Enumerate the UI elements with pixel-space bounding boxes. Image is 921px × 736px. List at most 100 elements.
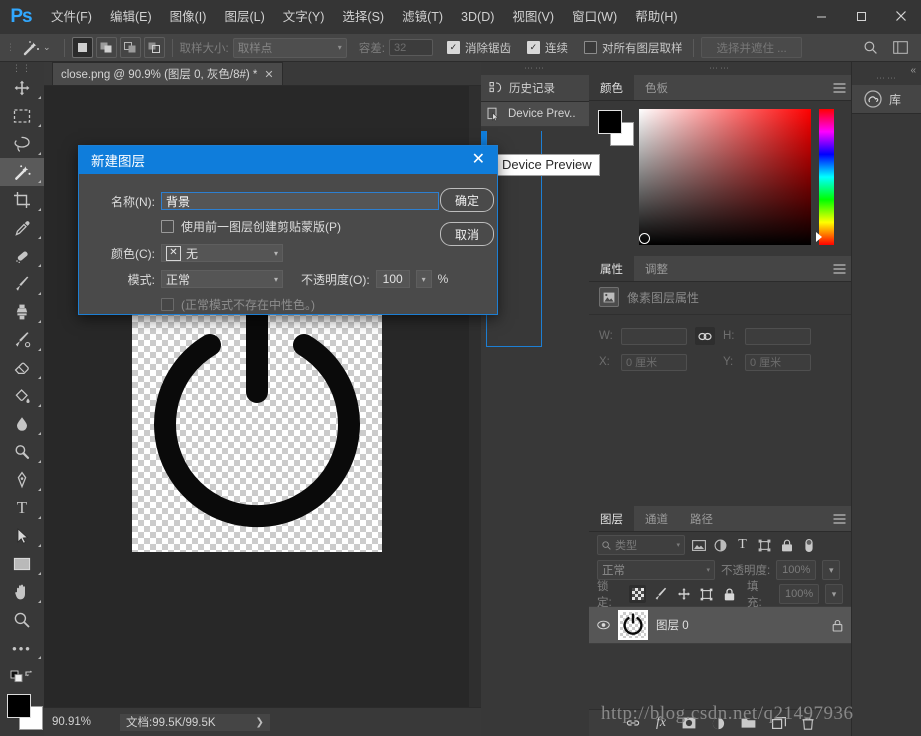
options-grip[interactable]: ⋮ [6, 42, 15, 53]
path-selection-tool[interactable] [0, 522, 44, 550]
add-layer-mask-button[interactable] [682, 717, 696, 729]
lasso-tool[interactable] [0, 130, 44, 158]
zoom-tool[interactable] [0, 606, 44, 634]
x-input[interactable]: 0 厘米 [621, 353, 687, 371]
layers-panel-menu-icon[interactable] [827, 506, 851, 531]
document-size-info[interactable]: 文档:99.5K/99.5K ❯ [120, 713, 270, 731]
tab-color[interactable]: 颜色 [589, 75, 634, 100]
lock-artboard-button[interactable] [698, 585, 715, 603]
magic-wand-tool[interactable] [0, 158, 44, 186]
height-input[interactable] [745, 327, 811, 345]
tab-channels[interactable]: 通道 [634, 506, 679, 531]
lock-image-pixels-button[interactable] [652, 585, 669, 603]
swap-colors-button[interactable] [0, 662, 44, 688]
eyedropper-tool[interactable] [0, 214, 44, 242]
delete-layer-button[interactable] [802, 717, 814, 730]
filter-adjustment-layers-button[interactable] [712, 536, 729, 554]
canvas-image[interactable] [132, 304, 382, 552]
tolerance-input[interactable]: 32 [388, 39, 433, 56]
new-layer-button[interactable] [772, 717, 787, 729]
pen-tool[interactable] [0, 466, 44, 494]
filter-smart-objects-button[interactable] [778, 536, 795, 554]
filter-shape-layers-button[interactable] [756, 536, 773, 554]
foreground-color-swatch[interactable] [7, 694, 31, 718]
edit-toolbar-button[interactable]: ••• [0, 634, 44, 662]
menu-edit[interactable]: 编辑(E) [101, 0, 161, 34]
dialog-mode-select[interactable]: 正常 ▾ [161, 270, 283, 288]
dialog-close-icon[interactable]: ✕ [468, 152, 489, 168]
document-tab-close-icon[interactable]: ✕ [264, 68, 273, 81]
blend-mode-select[interactable]: 正常 ▾ [597, 560, 715, 580]
new-selection-button[interactable] [71, 37, 93, 58]
workspace-button[interactable] [887, 37, 913, 59]
menu-select[interactable]: 选择(S) [333, 0, 393, 34]
tab-properties[interactable]: 属性 [589, 256, 634, 281]
menu-help[interactable]: 帮助(H) [626, 0, 686, 34]
rectangular-marquee-tool[interactable] [0, 102, 44, 130]
dialog-opacity-input[interactable]: 100 [375, 270, 410, 288]
opacity-stepper[interactable]: ▾ [822, 560, 841, 580]
color-panel-foreground-swatch[interactable] [598, 110, 622, 134]
clone-stamp-tool[interactable] [0, 298, 44, 326]
menu-3d[interactable]: 3D(D) [452, 0, 503, 34]
color-field[interactable] [639, 109, 811, 245]
history-item-device-preview[interactable]: Device Prev.. [481, 102, 589, 127]
dialog-name-input[interactable]: 背景 [161, 192, 439, 210]
dialog-opacity-stepper[interactable]: ▾ [415, 270, 432, 288]
status-arrow-icon[interactable]: ❯ [256, 717, 264, 728]
lock-position-button[interactable] [675, 585, 692, 603]
antialias-checkbox[interactable]: ✓ 消除锯齿 [446, 40, 515, 56]
new-group-button[interactable] [741, 717, 756, 729]
layer-thumbnail[interactable] [618, 610, 648, 640]
subtract-from-selection-button[interactable] [119, 37, 141, 58]
dodge-tool[interactable] [0, 438, 44, 466]
menu-type[interactable]: 文字(Y) [274, 0, 334, 34]
hue-slider[interactable] [819, 109, 834, 245]
gradient-tool[interactable] [0, 382, 44, 410]
tab-adjustments[interactable]: 调整 [634, 256, 679, 281]
lock-all-button[interactable] [721, 585, 738, 603]
menu-window[interactable]: 窗口(W) [563, 0, 626, 34]
brush-tool[interactable] [0, 270, 44, 298]
history-panel-grip[interactable]: ⋯⋯ [481, 62, 589, 75]
menu-image[interactable]: 图像(I) [161, 0, 216, 34]
sample-all-layers-checkbox[interactable]: 对所有图层取样 [583, 40, 687, 56]
chevron-down-icon[interactable]: ⌄ [43, 42, 51, 53]
new-adjustment-layer-button[interactable] [712, 717, 725, 730]
opacity-input[interactable]: 100% [776, 560, 817, 580]
hand-tool[interactable] [0, 578, 44, 606]
eraser-tool[interactable] [0, 354, 44, 382]
move-tool[interactable] [0, 74, 44, 102]
link-dimensions-button[interactable] [695, 327, 715, 345]
expand-panels-button[interactable]: « [910, 65, 916, 76]
history-brush-tool[interactable] [0, 326, 44, 354]
properties-panel-menu-icon[interactable] [827, 256, 851, 281]
dialog-color-select[interactable]: ✕ 无 ▾ [161, 244, 283, 262]
quick-mask-button[interactable] [0, 731, 44, 736]
blur-tool[interactable] [0, 410, 44, 438]
minimize-button[interactable] [801, 0, 841, 32]
dialog-clipping-mask-checkbox[interactable] [161, 220, 174, 233]
layer-filter-select[interactable]: 类型 ▾ [597, 535, 685, 555]
tab-swatches[interactable]: 色板 [634, 75, 679, 100]
width-input[interactable] [621, 327, 687, 345]
dialog-cancel-button[interactable]: 取消 [440, 222, 494, 246]
crop-tool[interactable] [0, 186, 44, 214]
tab-paths[interactable]: 路径 [679, 506, 724, 531]
fill-input[interactable]: 100% [779, 584, 820, 604]
color-panel-grip[interactable]: ⋯⋯ [589, 62, 851, 75]
fill-stepper[interactable]: ▾ [825, 584, 844, 604]
contiguous-checkbox[interactable]: ✓ 连续 [526, 40, 572, 56]
sample-size-select[interactable]: 取样点 ▾ [232, 37, 347, 58]
link-layers-button[interactable] [626, 718, 640, 728]
libraries-tab-row[interactable]: 库 [852, 85, 921, 114]
horizontal-type-tool[interactable]: T [0, 494, 44, 522]
menu-view[interactable]: 视图(V) [503, 0, 563, 34]
dialog-clipping-mask-row[interactable]: 使用前一图层创建剪贴蒙版(P) [161, 218, 341, 235]
color-panel-swatches[interactable] [598, 110, 634, 146]
spot-healing-brush-tool[interactable] [0, 242, 44, 270]
layer-name[interactable]: 图层 0 [656, 617, 689, 633]
toolbar-grip[interactable]: ⋮⋮ [0, 62, 44, 74]
layer-visibility-toggle[interactable] [597, 620, 610, 630]
dialog-ok-button[interactable]: 确定 [440, 188, 494, 212]
